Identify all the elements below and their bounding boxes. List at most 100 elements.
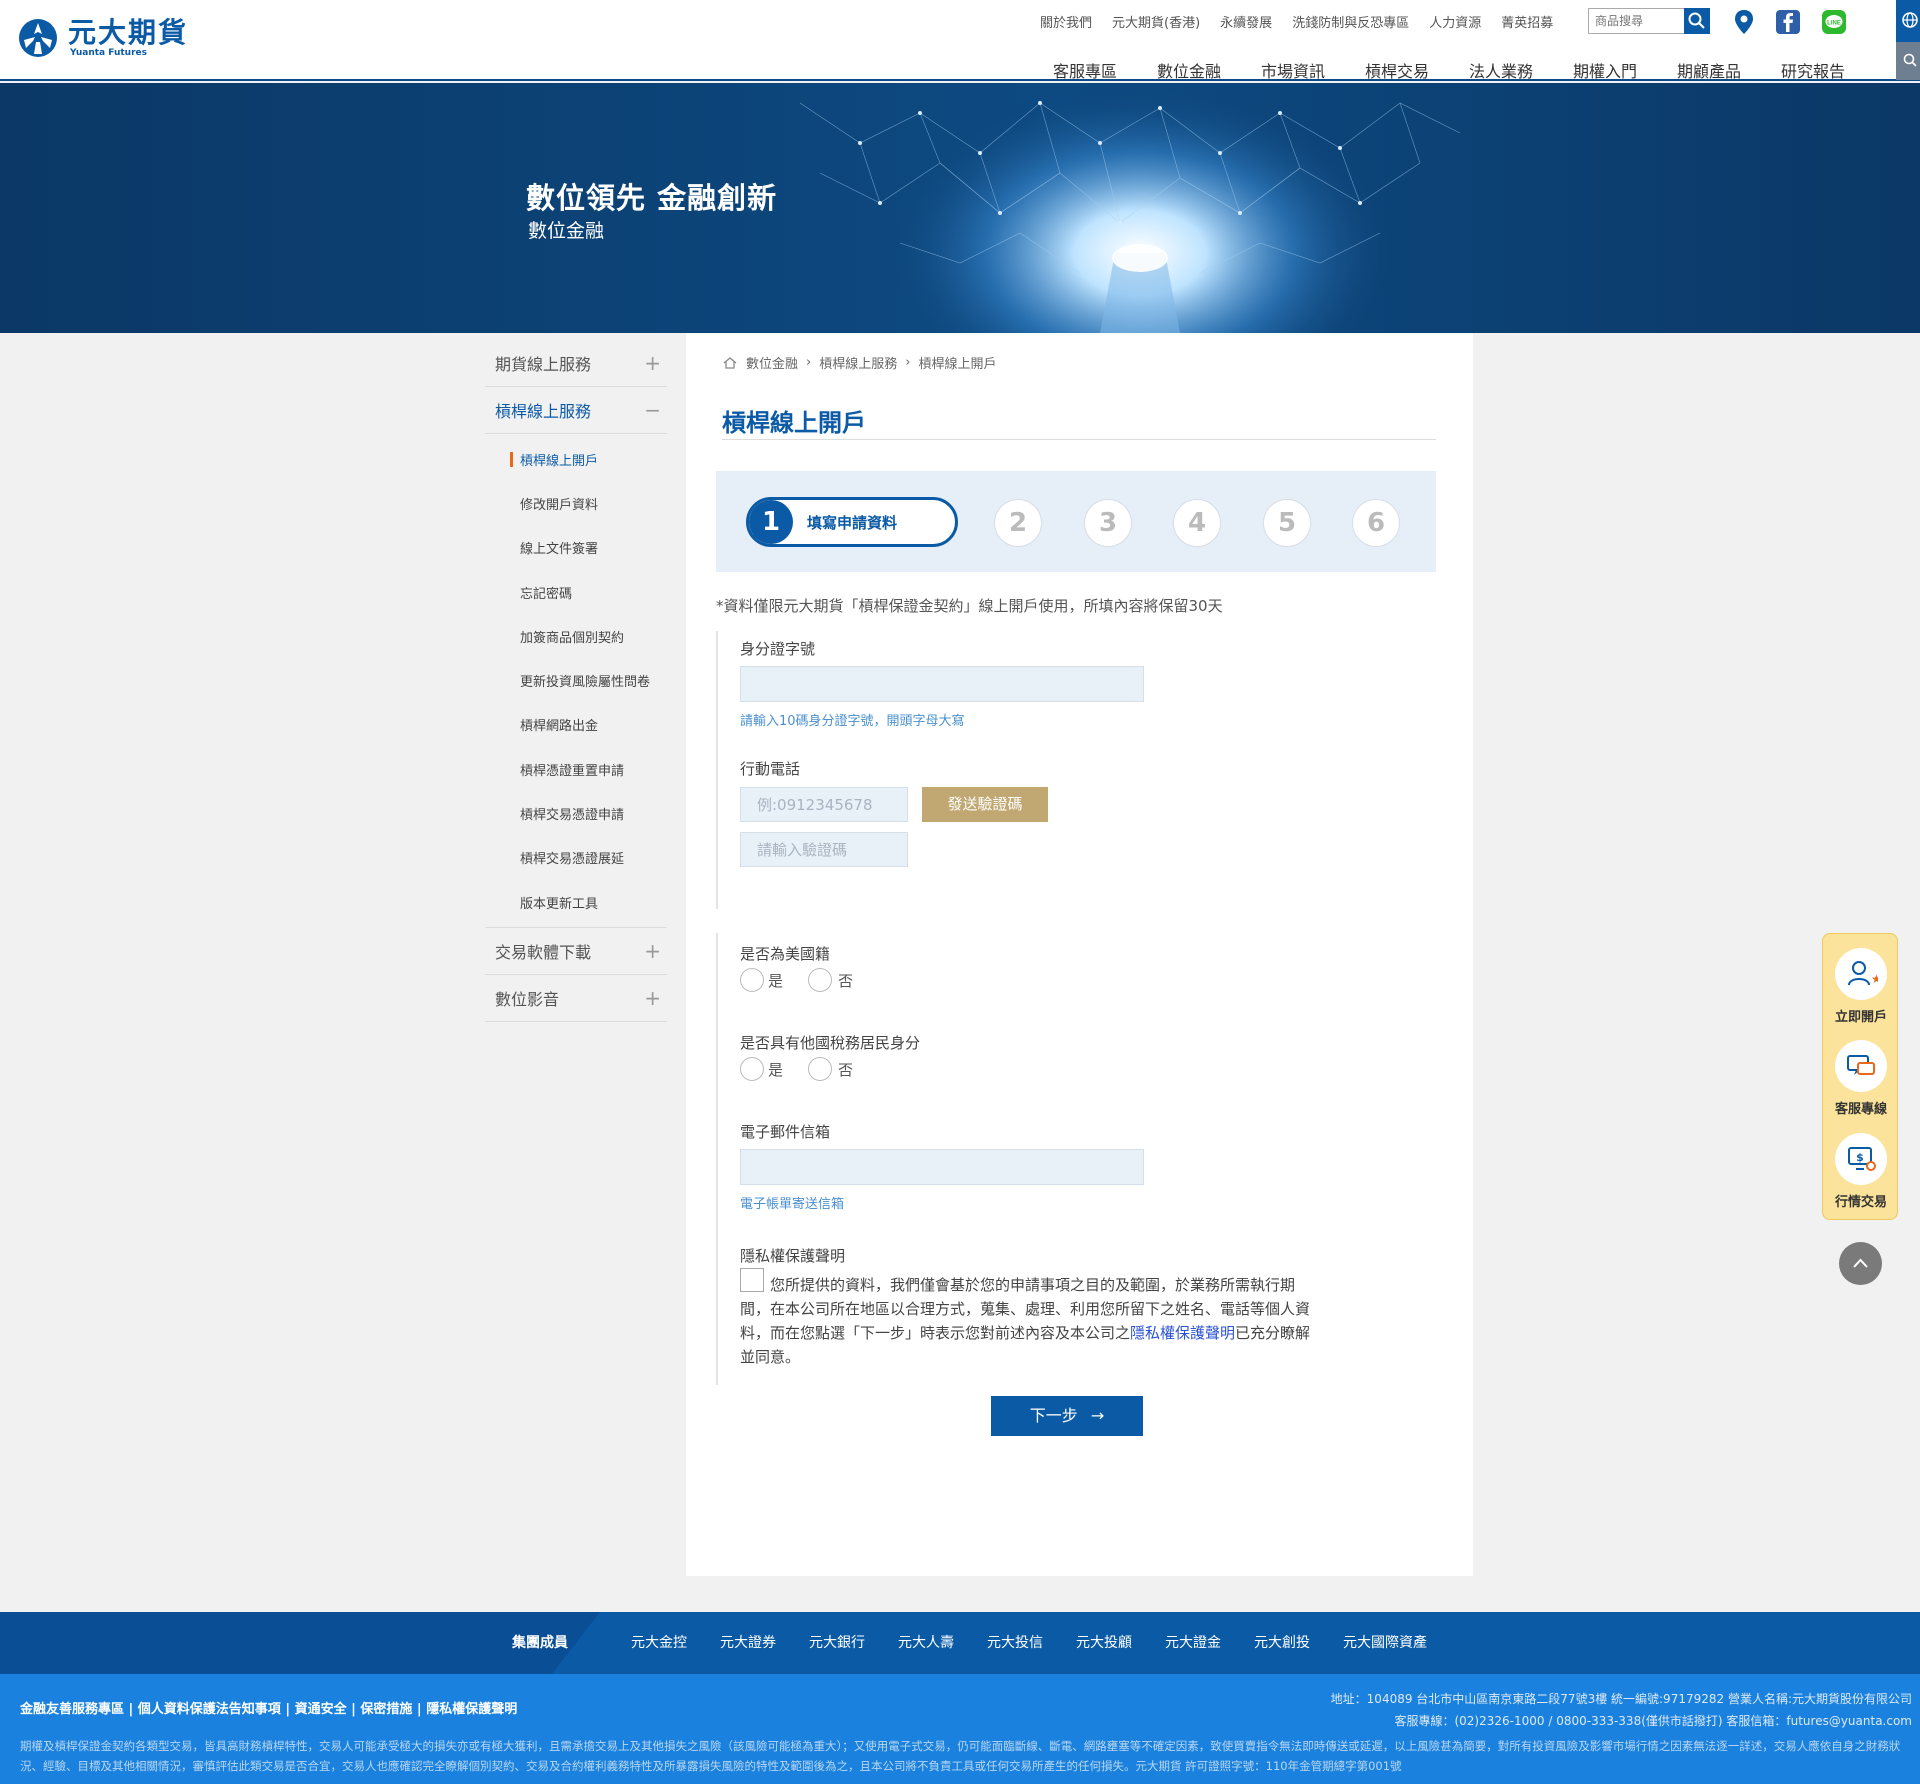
collapse-icon: − [644,398,661,422]
sidebar-item-forgot-password[interactable]: 忘記密碼 [485,570,667,614]
us-citizen-yes-radio[interactable] [740,968,764,992]
expand-icon: + [644,351,661,375]
site-header: 元大期貨 Yuanta Futures 關於我們 元大期貨(香港) 永續發展 洗… [0,0,1920,81]
sidebar-group-label: 期貨線上服務 [495,355,592,374]
nav-advisory-products[interactable]: 期顧產品 [1677,58,1781,82]
sidebar-item-leverage-open-account[interactable]: 槓桿線上開戶 [485,437,667,481]
member-link[interactable]: 元大金控 [631,1632,720,1652]
search-button[interactable] [1684,8,1710,34]
sidebar-item-modify-account[interactable]: 修改開戶資料 [485,481,667,525]
member-link[interactable]: 元大創投 [1254,1632,1343,1652]
sidebar-item-product-contract[interactable]: 加簽商品個別契約 [485,614,667,658]
yuanta-logo-icon [19,19,57,57]
next-button-label: 下一步 [1029,1406,1078,1425]
search-icon [1903,53,1917,67]
id-number-input[interactable] [740,666,1144,702]
sidebar-item-cert-extend[interactable]: 槓桿交易憑證展延 [485,836,667,880]
member-link[interactable]: 元大銀行 [809,1632,898,1652]
mobile-phone-input[interactable]: 例:0912345678 [740,787,908,822]
nav-options-intro[interactable]: 期權入門 [1573,58,1677,82]
sidebar-group-digital-video[interactable]: 數位影音 + [485,975,667,1023]
site-footer: 金融友善服務專區 | 個人資料保護法告知事項 | 資通安全 | 保密措施 | 隱… [0,1674,1920,1784]
sidebar-group-software-download[interactable]: 交易軟體下載 + [485,928,667,976]
sidebar-group-leverage-online[interactable]: 槓桿線上服務 − [485,387,667,434]
toplink-about[interactable]: 關於我們 [1040,12,1092,31]
back-to-top-button[interactable] [1839,1242,1882,1285]
divider [722,439,1436,440]
side-search-tab[interactable] [1896,42,1920,80]
nav-digital-finance[interactable]: 數位金融 [1157,58,1261,82]
privacy-text: 您所提供的資料，我們僅會基於您的申請事項之目的及範圍，於業務所需執行期間，在本公… [740,1273,1320,1369]
member-link[interactable]: 元大投信 [987,1632,1076,1652]
tax-residency-no-radio[interactable] [808,1057,832,1081]
sidebar-item-cert-apply[interactable]: 槓桿交易憑證申請 [485,791,667,835]
footer-links[interactable]: 金融友善服務專區 | 個人資料保護法告知事項 | 資通安全 | 保密措施 | 隱… [20,1698,517,1717]
privacy-link[interactable]: 隱私權保護聲明 [1130,1324,1235,1342]
search-input[interactable] [1589,9,1685,33]
location-pin-icon[interactable] [1730,8,1758,36]
member-link[interactable]: 元大國際資產 [1343,1632,1432,1652]
toplink-sustainability[interactable]: 永續發展 [1220,12,1272,31]
toplink-hr[interactable]: 人力資源 [1429,12,1481,31]
email-input[interactable] [740,1149,1144,1185]
svg-text:LINE: LINE [1827,21,1841,27]
toplink-aml[interactable]: 洗錢防制與反恐專區 [1292,12,1409,31]
step-4: 4 [1173,499,1221,547]
group-label: 集團成員 [512,1635,568,1651]
nav-customer-service[interactable]: 客服專區 [1053,58,1157,82]
sidebar-group-futures-online[interactable]: 期貨線上服務 + [485,340,667,387]
svg-text:★: ★ [1871,972,1878,986]
sidebar-group-label: 槓桿線上服務 [495,402,592,421]
form-note: *資料僅限元大期貨「槓桿保證金契約」線上開戶使用，所填內容將保留30天 [716,597,1223,615]
breadcrumb-item[interactable]: 槓桿線上服務 [819,353,897,372]
logo[interactable]: 元大期貨 Yuanta Futures [18,18,188,58]
sidebar-item-withdraw[interactable]: 槓桿網路出金 [485,703,667,747]
toplink-recruit[interactable]: 菁英招募 [1501,12,1553,31]
send-code-button[interactable]: 發送驗證碼 [922,787,1048,822]
nav-research[interactable]: 研究報告 [1781,58,1885,82]
monitor-dollar-icon: $ [1835,1133,1887,1185]
user-star-icon: ★ [1835,948,1887,1000]
logo-subtext: Yuanta Futures [70,48,147,58]
line-icon[interactable]: LINE [1820,8,1848,36]
email-hint: 電子帳單寄送信箱 [740,1197,845,1212]
member-link[interactable]: 元大證券 [720,1632,809,1652]
quick-customer-service[interactable]: 客服專線 [1823,1040,1899,1117]
tax-residency-yes-radio[interactable] [740,1057,764,1081]
next-button[interactable]: 下一步 → [991,1396,1143,1436]
group-members-bar: 集團成員 元大金控 元大證券 元大銀行 元大人壽 元大投信 元大投顧 元大證金 … [0,1612,1920,1674]
sidebar-group-label: 數位影音 [495,990,560,1010]
verification-code-input[interactable]: 請輸入驗證碼 [740,832,908,867]
chevron-right-icon: › [905,355,911,370]
quick-label: 客服專線 [1834,1102,1887,1117]
member-link[interactable]: 元大證金 [1165,1632,1254,1652]
nav-market-info[interactable]: 市場資訊 [1261,58,1365,82]
nav-institutional[interactable]: 法人業務 [1469,58,1573,82]
search-box [1588,8,1710,34]
us-citizen-no-radio[interactable] [808,968,832,992]
breadcrumb-item[interactable]: 數位金融 [746,353,798,372]
home-icon[interactable] [722,356,738,370]
member-link[interactable]: 元大投顧 [1076,1632,1165,1652]
sidebar-group-label: 交易軟體下載 [495,943,592,963]
sidebar-item-risk-questionnaire[interactable]: 更新投資風險屬性問卷 [485,658,667,702]
quick-open-account[interactable]: ★ 立即開戶 [1823,948,1899,1025]
toplink-hk[interactable]: 元大期貨(香港) [1112,12,1200,31]
sidebar-item-document-sign[interactable]: 線上文件簽署 [485,526,667,570]
radio-label-yes: 是 [768,972,784,990]
tax-residency-label: 是否具有他國稅務居民身分 [740,1034,921,1052]
group-links: 元大金控 元大證券 元大銀行 元大人壽 元大投信 元大投顧 元大證金 元大創投 … [631,1632,1432,1652]
sidebar-item-update-tool[interactable]: 版本更新工具 [485,880,667,924]
member-link[interactable]: 元大人壽 [898,1632,987,1652]
nav-leverage-trading[interactable]: 槓桿交易 [1365,58,1469,82]
chevron-right-icon: › [806,355,812,370]
main-nav: 客服專區 數位金融 市場資訊 槓桿交易 法人業務 期權入門 期顧產品 研究報告 [1053,58,1885,82]
network-illustration [0,83,1920,333]
radio-label-no: 否 [838,1061,854,1079]
banner-title: 數位領先 金融創新 [526,181,778,215]
id-hint: 請輸入10碼身分證字號，開頭字母大寫 [740,714,965,729]
facebook-icon[interactable] [1774,8,1802,36]
step-5: 5 [1263,499,1311,547]
quick-market-trading[interactable]: $ 行情交易 [1823,1133,1899,1210]
sidebar-item-cert-reset[interactable]: 槓桿憑證重置申請 [485,747,667,791]
